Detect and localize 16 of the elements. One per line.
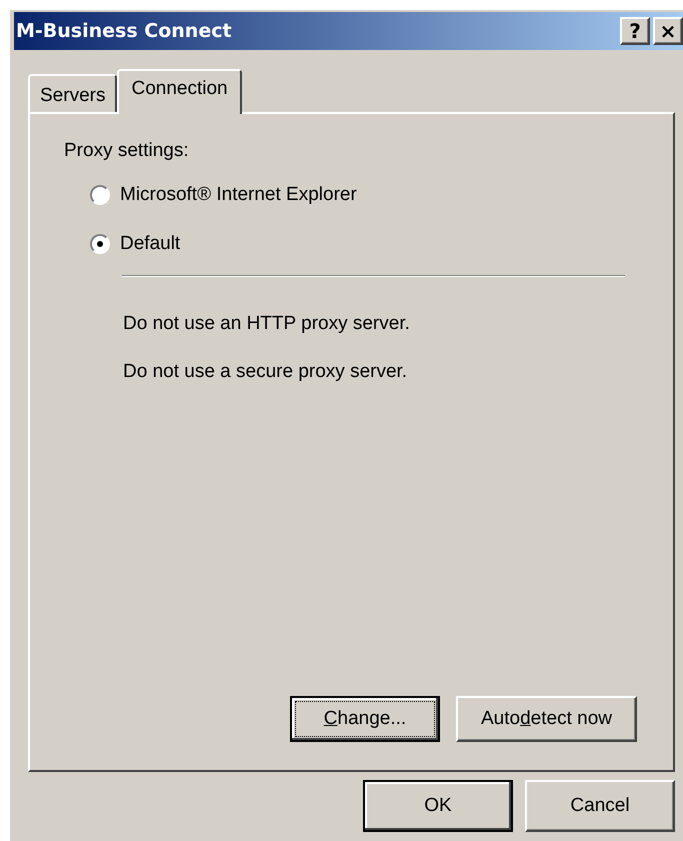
proxy-settings-label: Proxy settings: [64,140,189,162]
radio-label[interactable]: Default [120,233,180,255]
radio-label[interactable]: Microsoft® Internet Explorer [120,184,357,206]
status-text: Do not use a secure proxy server. [123,361,408,383]
window-title: M-Business Connect [16,20,232,42]
tab[interactable]: Connection [117,69,242,114]
radio-button[interactable] [90,234,110,254]
status-text: Do not use an HTTP proxy server. [123,313,410,335]
cancel-button[interactable]: Cancel [525,780,675,832]
tab[interactable]: Servers [28,74,118,112]
radio-button[interactable] [90,185,110,205]
help-button[interactable]: ? [620,17,650,45]
ok-button[interactable]: OK [363,780,513,832]
autodetect-button[interactable]: Autodetect now [456,696,637,742]
change-button[interactable]: Change... [290,696,440,742]
close-button[interactable]: × [653,17,683,45]
